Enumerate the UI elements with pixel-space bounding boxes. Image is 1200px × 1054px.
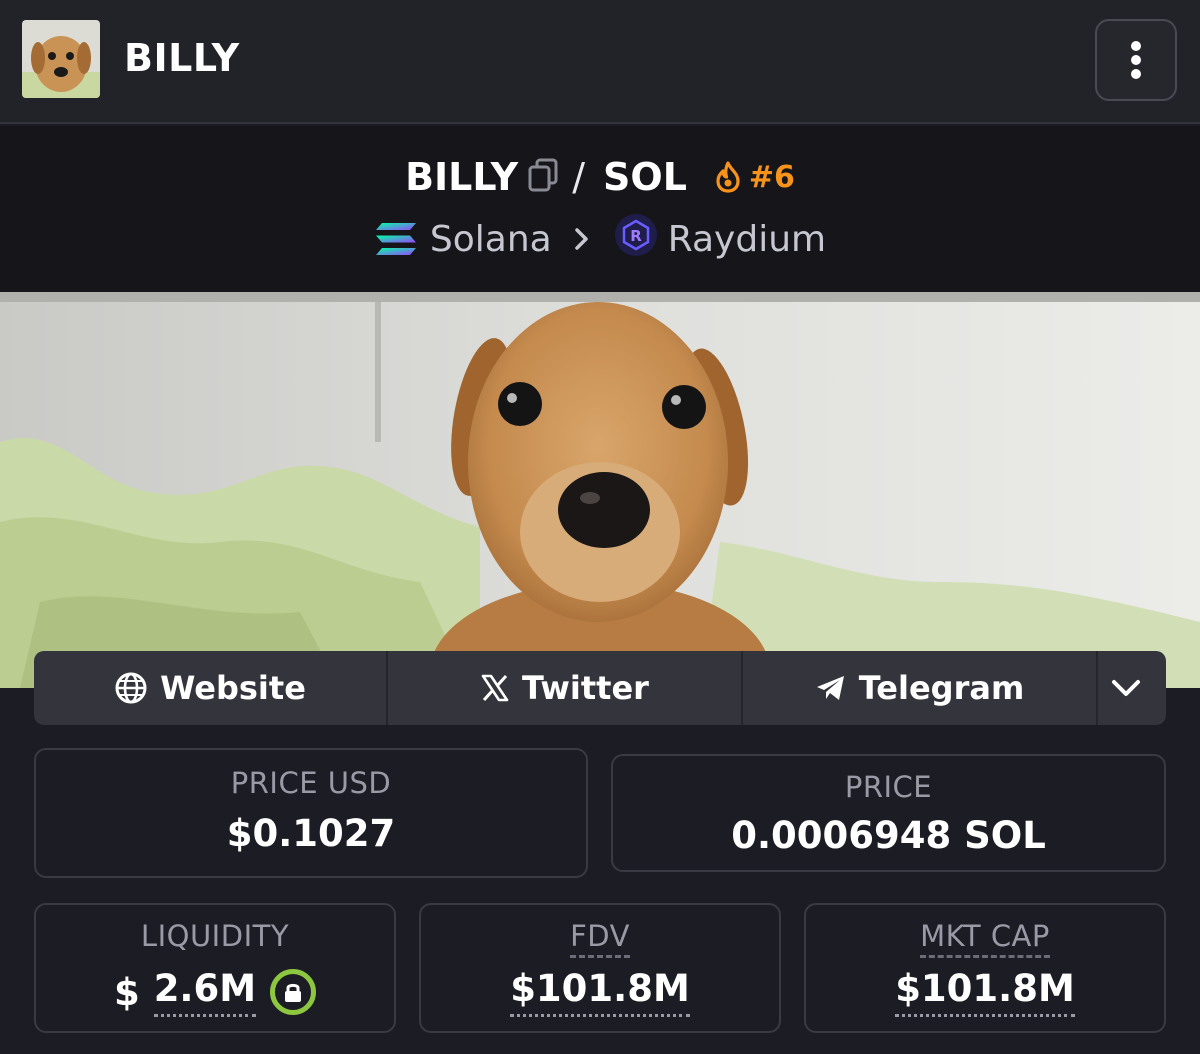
pair-info: BILLY / SOL #6 Solana R Raydium <box>0 126 1200 292</box>
pair-line: BILLY / SOL #6 <box>0 152 1200 202</box>
raydium-icon: R <box>614 213 658 266</box>
token-avatar[interactable] <box>22 20 100 98</box>
price-card: PRICE 0.0006948 SOL <box>611 754 1166 872</box>
pair-base-symbol: BILLY <box>405 155 519 199</box>
kebab-menu-button[interactable] <box>1095 19 1177 101</box>
fdv-label[interactable]: FDV <box>570 919 630 958</box>
token-title: BILLY <box>124 36 240 80</box>
market-cap-value[interactable]: $101.8M <box>895 967 1075 1017</box>
twitter-link[interactable]: Twitter <box>388 651 743 725</box>
chevron-right-icon <box>574 227 590 251</box>
liquidity-value-row: $ 2.6M <box>36 967 394 1017</box>
chevron-down-icon <box>1112 680 1140 696</box>
trending-rank[interactable]: #6 <box>713 160 795 195</box>
telegram-link[interactable]: Telegram <box>743 651 1098 725</box>
pair-separator: / <box>572 155 586 199</box>
telegram-icon <box>816 676 844 700</box>
rank-label: #6 <box>748 159 795 195</box>
x-logo-icon <box>481 674 509 702</box>
copy-icon[interactable] <box>528 158 558 196</box>
chain-dex-line: Solana R Raydium <box>0 213 1200 266</box>
social-links-bar: Website Twitter Telegram <box>34 651 1166 725</box>
fdv-card: FDV $101.8M <box>419 903 781 1033</box>
fdv-value[interactable]: $101.8M <box>510 967 690 1017</box>
banner-image <box>0 292 1200 688</box>
flame-icon <box>716 161 740 193</box>
pair-quote-symbol: SOL <box>603 155 687 199</box>
liquidity-card: LIQUIDITY $ 2.6M <box>34 903 396 1033</box>
liquidity-value[interactable]: 2.6M <box>153 967 257 1017</box>
market-cap-label[interactable]: MKT CAP <box>920 919 1050 958</box>
globe-icon <box>115 672 147 704</box>
lock-icon <box>285 983 302 1002</box>
telegram-label: Telegram <box>858 669 1025 707</box>
price-usd-value: $0.1027 <box>226 812 396 855</box>
more-links-button[interactable] <box>1098 651 1166 725</box>
website-link[interactable]: Website <box>34 651 388 725</box>
svg-text:R: R <box>630 227 642 245</box>
market-cap-card: MKT CAP $101.8M <box>804 903 1166 1033</box>
top-bar: BILLY <box>0 0 1200 124</box>
liquidity-currency: $ <box>113 970 140 1014</box>
price-label: PRICE <box>844 770 933 804</box>
liquidity-label: LIQUIDITY <box>140 919 290 953</box>
price-value: 0.0006948 SOL <box>731 814 1046 857</box>
chain-name[interactable]: Solana <box>430 219 552 260</box>
price-usd-label: PRICE USD <box>230 766 392 800</box>
website-label: Website <box>160 669 306 707</box>
price-usd-card: PRICE USD $0.1027 <box>34 748 588 878</box>
dex-name[interactable]: Raydium <box>668 219 826 260</box>
solana-icon <box>375 223 416 255</box>
twitter-label: Twitter <box>522 669 649 707</box>
kebab-menu-icon <box>1131 41 1141 79</box>
liquidity-lock-badge[interactable] <box>270 969 317 1015</box>
